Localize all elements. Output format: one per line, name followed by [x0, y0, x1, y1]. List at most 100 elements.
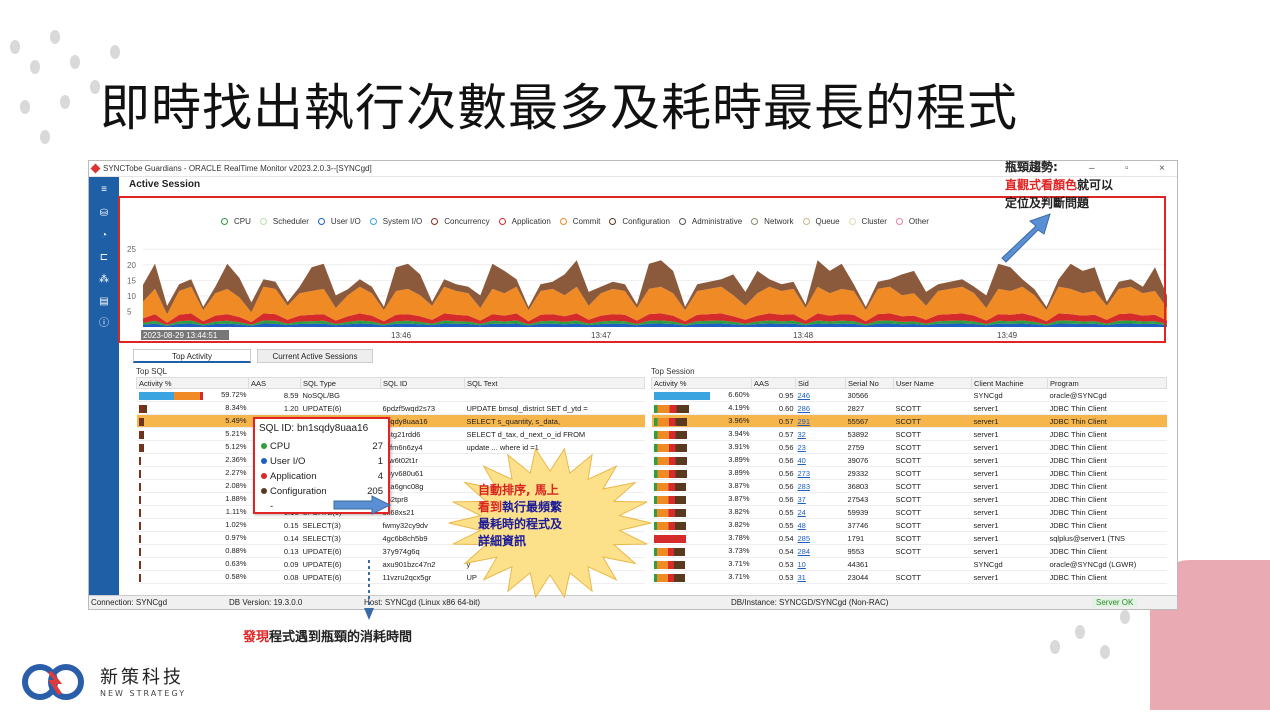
- table-cell: 9553: [845, 544, 894, 558]
- table-row[interactable]: 5.49% 1sqdy8uaa16 SELECT s_quantity, s_dat…: [136, 414, 645, 428]
- table-cell: JDBC Thin Client: [1047, 505, 1167, 519]
- column-header[interactable]: AAS: [248, 377, 301, 389]
- table-cell: 0.55: [751, 518, 796, 532]
- activity-pct: 1.11%: [225, 507, 247, 517]
- burst-red: 看到: [478, 500, 503, 514]
- table-row[interactable]: 3.73% 0.54 284 9553 SCOTT server1 JDBC Thin Cl…: [651, 544, 1167, 558]
- hierarchy-icon[interactable]: ⊏: [96, 251, 112, 265]
- gauge-icon[interactable]: ◔: [96, 229, 112, 243]
- table-cell[interactable]: 32: [795, 427, 846, 441]
- tooltip-value: 4: [377, 471, 383, 482]
- table-cell: SCOTT: [893, 518, 972, 532]
- table-cell[interactable]: 24: [795, 505, 846, 519]
- table-row[interactable]: 3.82% 0.55 48 37746 SCOTT server1 JDBC Thin Cl…: [651, 518, 1167, 532]
- deco-dot: [60, 95, 70, 109]
- table-cell: 1.02%: [136, 518, 249, 532]
- activity-pct: 1.88%: [225, 494, 247, 504]
- table-row[interactable]: 59.72% 8.59 NoSQL/BG: [136, 388, 645, 402]
- activity-bar: [138, 482, 141, 491]
- table-cell[interactable]: 283: [795, 479, 846, 493]
- table-cell[interactable]: 286: [795, 401, 846, 415]
- slide: 即時找出執行次數最多及耗時最長的程式 SYNCTobe Guardians - …: [0, 0, 1270, 713]
- brand-sub: NEW STRATEGY: [100, 689, 187, 698]
- table-row[interactable]: 8.34% 1.20 UPDATE(6) 6pdzf5wqd2s73 UPDATE bm…: [136, 401, 645, 415]
- network-icon[interactable]: ⁂: [96, 273, 112, 287]
- table-cell: 55567: [845, 414, 894, 428]
- column-header[interactable]: SQL ID: [380, 377, 465, 389]
- column-header[interactable]: Client Machine: [971, 377, 1048, 389]
- database-icon[interactable]: ⛁: [96, 207, 112, 221]
- table-cell[interactable]: 37: [795, 492, 846, 506]
- info-icon[interactable]: ⓘ: [96, 317, 112, 331]
- table-row[interactable]: 3.82% 0.55 24 59939 SCOTT server1 JDBC Thin Cl…: [651, 505, 1167, 519]
- table-row[interactable]: 6.60% 0.95 246 30566 SYNCgd oracle@SYNCgd: [651, 388, 1167, 402]
- table-cell: JDBC Thin Client: [1047, 492, 1167, 506]
- table-cell: SCOTT: [893, 505, 972, 519]
- table-cell: 5.49%: [136, 414, 249, 428]
- deco-dot: [20, 100, 30, 114]
- table-cell: 3.87%: [651, 479, 752, 493]
- table-cell[interactable]: 273: [795, 466, 846, 480]
- activity-pct: 3.89%: [728, 455, 750, 465]
- callout-line: 直觀式看顏色就可以: [1005, 176, 1165, 194]
- table-cell: SCOTT: [893, 440, 972, 454]
- table-cell: server1: [971, 518, 1048, 532]
- activity-bar: [138, 534, 141, 543]
- activity-pct: 5.21%: [225, 429, 247, 439]
- table-cell: server1: [971, 440, 1048, 454]
- column-header[interactable]: SQL Type: [300, 377, 381, 389]
- sidebar: ≡ ⛁ ◔ ⊏ ⁂ ▤ ⓘ: [89, 177, 119, 597]
- status-host: Host: SYNCgd (Linux x86 64-bit): [364, 598, 481, 607]
- table-cell: 0.15: [248, 518, 301, 532]
- table-row[interactable]: 3.96% 0.57 291 55567 SCOTT server1 JDBC Thin C…: [651, 414, 1167, 428]
- table-cell[interactable]: 40: [795, 453, 846, 467]
- table-cell: [464, 388, 645, 402]
- table-cell: 3.89%: [651, 466, 752, 480]
- table-cell[interactable]: 48: [795, 518, 846, 532]
- table-row[interactable]: 3.78% 0.54 285 1791 SCOTT server1 sqlplus@serv…: [651, 531, 1167, 545]
- tab-top-activity[interactable]: Top Activity: [133, 349, 251, 363]
- activity-pct: 0.58%: [225, 572, 247, 582]
- table-cell: 2.27%: [136, 466, 249, 480]
- table-cell[interactable]: 291: [795, 414, 846, 428]
- column-header[interactable]: Activity %: [136, 377, 249, 389]
- column-header[interactable]: AAS: [751, 377, 796, 389]
- table-cell[interactable]: 284: [795, 544, 846, 558]
- column-header[interactable]: User Name: [893, 377, 972, 389]
- table-cell[interactable]: 246: [795, 388, 846, 402]
- table-row[interactable]: 3.89% 0.56 273 29332 SCOTT server1 JDBC Thin C…: [651, 466, 1167, 480]
- table-cell: server1: [971, 414, 1048, 428]
- menu-icon[interactable]: ≡: [96, 183, 112, 197]
- chart-icon[interactable]: ▤: [96, 295, 112, 309]
- table-row[interactable]: 3.87% 0.56 37 27543 SCOTT server1 JDBC Thin Cl…: [651, 492, 1167, 506]
- table-row[interactable]: 3.71% 0.53 10 44361 SYNCgd oracle@SYNCgd (LGW…: [651, 557, 1167, 571]
- activity-pct: 1.02%: [225, 520, 247, 530]
- column-header[interactable]: SQL Text: [464, 377, 645, 389]
- deco-dot: [30, 60, 40, 74]
- tab-current-active-sessions[interactable]: Current Active Sessions: [257, 349, 373, 363]
- column-header[interactable]: Program: [1047, 377, 1167, 389]
- column-header[interactable]: Serial No: [845, 377, 894, 389]
- activity-pct: 0.88%: [225, 546, 247, 556]
- table-row[interactable]: 3.91% 0.56 23 2759 SCOTT server1 JDBC Thin Cli…: [651, 440, 1167, 454]
- table-cell: 3.89%: [651, 453, 752, 467]
- table-row[interactable]: 3.87% 0.56 283 36803 SCOTT server1 JDBC Thin C…: [651, 479, 1167, 493]
- status-server: Server OK: [1092, 598, 1138, 607]
- table-cell[interactable]: 31: [795, 570, 846, 584]
- table-cell: 29332: [845, 466, 894, 480]
- table-cell[interactable]: 10: [795, 557, 846, 571]
- table-cell: 1sqdy8uaa16: [380, 414, 465, 428]
- table-cell: SELECT d_tax, d_next_o_id FROM: [464, 427, 645, 441]
- column-header[interactable]: Sid: [795, 377, 846, 389]
- deco-dot: [1120, 610, 1130, 624]
- table-row[interactable]: 4.19% 0.60 286 2827 SCOTT server1 JDBC Thin Cl…: [651, 401, 1167, 415]
- table-row[interactable]: 3.71% 0.53 31 23044 SCOTT server1 JDBC Thin Cl…: [651, 570, 1167, 584]
- table-cell[interactable]: 285: [795, 531, 846, 545]
- table-row[interactable]: 3.94% 0.57 32 53892 SCOTT server1 JDBC Thin Cl…: [651, 427, 1167, 441]
- table-row[interactable]: 5.21% 74tg21rdd6 SELECT d_tax, d_next_o_id…: [136, 427, 645, 441]
- column-header[interactable]: Activity %: [651, 377, 752, 389]
- deco-dot: [40, 130, 50, 144]
- activity-bar: [138, 547, 141, 556]
- table-row[interactable]: 3.89% 0.56 40 39076 SCOTT server1 JDBC Thin Cl…: [651, 453, 1167, 467]
- table-cell[interactable]: 23: [795, 440, 846, 454]
